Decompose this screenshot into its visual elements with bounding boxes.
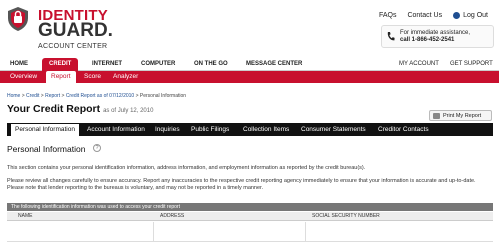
page-title: Your Credit Report as of July 12, 2010 (7, 103, 153, 115)
nav-computer[interactable]: COMPUTER (141, 58, 175, 71)
report-tabs: Personal Information Account Information… (7, 123, 493, 136)
section-review-note: Please review all changes carefully to e… (7, 178, 476, 191)
table-caption: The following identification information… (7, 203, 493, 211)
page-title-date: as of July 12, 2010 (103, 108, 154, 114)
logout-link[interactable]: Log Out (453, 12, 488, 19)
nav-credit[interactable]: CREDIT (42, 58, 79, 71)
nav-my-account[interactable]: MY ACCOUNT (399, 58, 439, 71)
main-nav: HOME CREDIT INTERNET COMPUTER ON THE GO … (0, 58, 499, 71)
column-ssn: SOCIAL SECURITY NUMBER (312, 213, 380, 219)
subnav-report[interactable]: Report (46, 71, 76, 83)
print-report-label: Print My Report (443, 113, 482, 119)
logout-icon (453, 12, 461, 19)
tab-inquiries[interactable]: Inquiries (155, 123, 180, 136)
assistance-box: For immediate assistance, call 1-866-452… (381, 25, 494, 48)
brand-guard: GUARD. (38, 20, 113, 41)
page-title-text: Your Credit Report (7, 103, 101, 115)
printer-icon (433, 113, 440, 119)
header: IDENTITY GUARD. ACCOUNT CENTER FAQs Cont… (0, 0, 499, 58)
phone-icon (387, 32, 395, 41)
tab-consumer-statements[interactable]: Consumer Statements (301, 123, 366, 136)
nav-internet[interactable]: INTERNET (92, 58, 122, 71)
breadcrumb-credit-report[interactable]: Credit Report as of 07/12/2010 (66, 93, 134, 99)
subnav-score[interactable]: Score (84, 71, 101, 83)
tab-collection-items[interactable]: Collection Items (243, 123, 289, 136)
shield-logo-icon (8, 7, 28, 31)
subnav-analyzer[interactable]: Analyzer (113, 71, 138, 83)
contact-link[interactable]: Contact Us (407, 12, 442, 19)
tab-creditor-contacts[interactable]: Creditor Contacts (378, 123, 429, 136)
nav-on-the-go[interactable]: ON THE GO (194, 58, 228, 71)
tab-public-filings[interactable]: Public Filings (191, 123, 229, 136)
subnav-overview[interactable]: Overview (10, 71, 37, 83)
help-icon[interactable]: ? (93, 144, 101, 152)
table-row (7, 222, 493, 242)
cell-divider (305, 222, 306, 242)
nav-message-center[interactable]: MESSAGE CENTER (246, 58, 302, 71)
tab-account-information[interactable]: Account Information (87, 123, 145, 136)
breadcrumb-home[interactable]: Home (7, 93, 20, 99)
faqs-link[interactable]: FAQs (379, 12, 397, 19)
assistance-text: For immediate assistance, call 1-866-452… (400, 30, 470, 44)
section-title: Personal Information (7, 144, 86, 154)
sub-nav: Overview Report Score Analyzer (0, 71, 499, 83)
column-address: ADDRESS (160, 213, 185, 219)
breadcrumb: Home > Credit > Report > Credit Report a… (7, 93, 186, 99)
column-name: NAME (18, 213, 33, 219)
section-intro: This section contains your personal iden… (7, 165, 366, 171)
nav-get-support[interactable]: GET SUPPORT (450, 58, 493, 71)
top-links: FAQs Contact Us Log Out (379, 12, 488, 19)
breadcrumb-report[interactable]: Report (45, 93, 60, 99)
breadcrumb-credit[interactable]: Credit (26, 93, 39, 99)
assistance-line1: For immediate assistance, (400, 30, 471, 36)
nav-home[interactable]: HOME (10, 58, 28, 71)
assistance-phone: call 1-866-452-2541 (400, 37, 455, 43)
logout-label: Log Out (463, 12, 488, 19)
table-header: NAME ADDRESS SOCIAL SECURITY NUMBER (7, 212, 493, 221)
tab-personal-information[interactable]: Personal Information (10, 123, 80, 136)
cell-divider (153, 222, 154, 242)
breadcrumb-section: Personal Information (139, 93, 187, 99)
brand-subtitle: ACCOUNT CENTER (38, 43, 108, 50)
print-report-button[interactable]: Print My Report (429, 110, 492, 121)
